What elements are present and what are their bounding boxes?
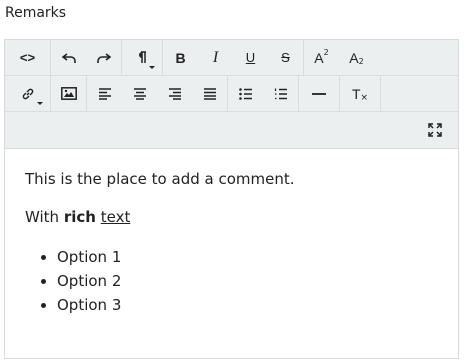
align-justify-button[interactable]	[192, 76, 227, 111]
bullet-list-icon	[238, 87, 252, 100]
clear-format-icon: T	[351, 85, 361, 102]
link-button[interactable]	[5, 76, 50, 111]
subscript-icon: A	[349, 49, 359, 66]
content-paragraph: This is the place to add a comment.	[25, 170, 295, 188]
toolbar-row-3	[5, 112, 458, 148]
undo-button[interactable]	[51, 40, 86, 75]
redo-icon	[96, 52, 111, 63]
insert-image-button[interactable]	[51, 76, 86, 111]
field-label: Remarks	[5, 5, 67, 21]
align-justify-icon	[203, 87, 216, 100]
redo-button[interactable]	[86, 40, 121, 75]
underline-icon: U	[245, 50, 256, 65]
code-view-icon: <>	[19, 50, 36, 65]
underline-button[interactable]: U	[233, 40, 268, 75]
clear-formatting-button[interactable]: T ×	[340, 76, 380, 111]
link-icon	[22, 88, 33, 99]
numbered-list-icon	[274, 88, 287, 99]
align-left-button[interactable]	[87, 76, 122, 111]
editor-toolbar: <> B I U S A 2 A 2 T ×	[5, 40, 458, 149]
align-right-button[interactable]	[157, 76, 192, 111]
code-view-button[interactable]: <>	[5, 40, 50, 75]
bold-button[interactable]: B	[163, 40, 198, 75]
strikethrough-icon: S	[281, 50, 290, 65]
bullet-list-button[interactable]	[228, 76, 263, 111]
toolbar-row-1: <> B I U S A 2 A 2	[5, 40, 458, 76]
bullet-list: Option 1 Option 2 Option 3	[57, 245, 438, 317]
subscript-button[interactable]: A2	[339, 40, 374, 75]
superscript-icon: A	[314, 49, 324, 66]
horizontal-rule-icon	[312, 92, 326, 95]
editor-content-area[interactable]: This is the place to add a comment. With…	[5, 149, 458, 317]
strikethrough-button[interactable]: S	[268, 40, 303, 75]
list-item: Option 2	[57, 269, 438, 293]
undo-icon	[61, 52, 76, 63]
bold-icon: B	[175, 49, 186, 66]
list-item: Option 3	[57, 293, 438, 317]
horizontal-rule-button[interactable]	[299, 76, 339, 111]
italic-icon: I	[212, 48, 219, 66]
align-center-button[interactable]	[122, 76, 157, 111]
align-right-icon	[168, 87, 181, 100]
content-paragraph-rich: With rich text	[25, 207, 438, 227]
rich-text-editor[interactable]: <> B I U S A 2 A 2 T × This is the place…	[4, 39, 459, 359]
bold-text: rich	[63, 208, 96, 226]
image-icon	[60, 87, 77, 100]
paragraph-text: With	[25, 208, 64, 226]
italic-button[interactable]: I	[198, 40, 233, 75]
paragraph-format-button[interactable]	[122, 40, 162, 75]
paragraph-icon	[139, 51, 146, 63]
fullscreen-button[interactable]	[412, 112, 458, 148]
fullscreen-icon	[428, 123, 442, 137]
superscript-button[interactable]: A2	[304, 40, 339, 75]
underlined-text: text	[100, 208, 131, 226]
list-item: Option 1	[57, 245, 438, 269]
numbered-list-button[interactable]	[263, 76, 298, 111]
toolbar-row-2: T ×	[5, 76, 458, 112]
align-left-icon	[98, 87, 111, 100]
align-center-icon	[133, 87, 146, 100]
